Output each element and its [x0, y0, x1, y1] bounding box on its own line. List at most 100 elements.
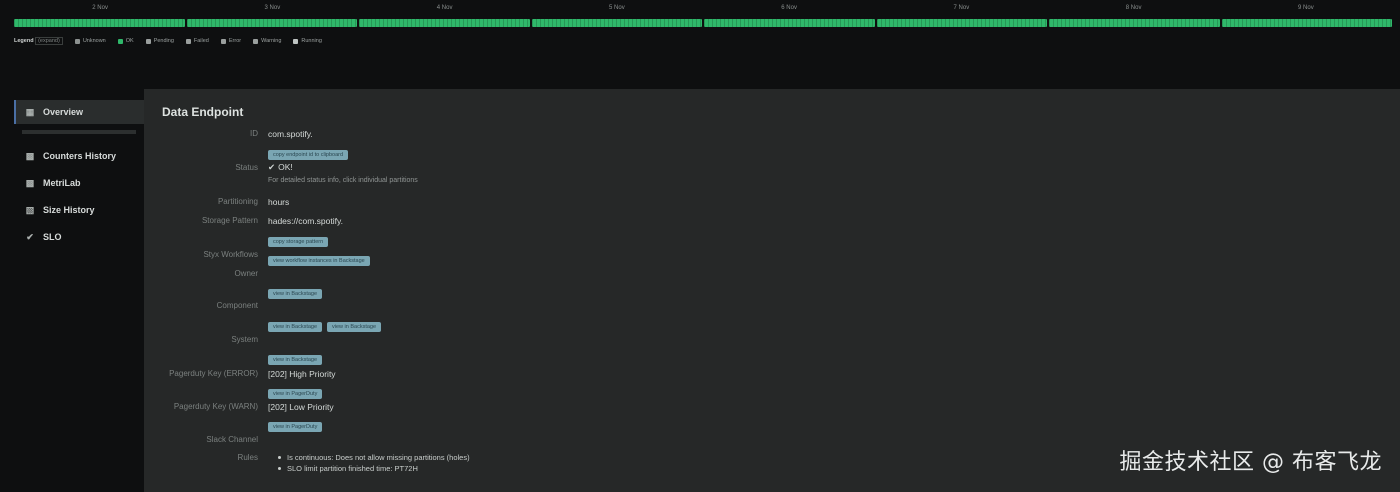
legend-item-label: Warning — [261, 38, 282, 44]
component-chip[interactable]: view in Backstage — [268, 322, 323, 332]
sidebar-divider — [22, 130, 136, 134]
partitioning-value: hours — [268, 197, 290, 207]
pagerduty-error-value: [202] High Priority — [268, 369, 336, 379]
rule-text: Is continuous: Does not allow missing pa… — [287, 453, 470, 462]
bar-chart-icon: ▩ — [25, 177, 35, 188]
copy-storage-chip[interactable]: copy storage pattern — [268, 237, 329, 247]
sidebar-item-counters-history[interactable]: ▩ Counters History — [14, 144, 144, 168]
day-label: 7 Nov — [953, 5, 970, 11]
component-chip[interactable]: view in Backstage — [327, 322, 382, 332]
partition-day-bar[interactable] — [1049, 19, 1220, 27]
legend-swatch — [74, 38, 80, 44]
partition-bars — [14, 19, 1392, 27]
day-label: 3 Nov — [264, 5, 281, 11]
detail-label: Component — [216, 301, 258, 310]
legend-item: Unknown — [74, 38, 106, 44]
check-icon: ✔ — [268, 162, 276, 172]
pagerduty-warn-chip[interactable]: view in PagerDuty — [268, 422, 323, 432]
pagerduty-error-chip[interactable]: view in PagerDuty — [268, 389, 323, 399]
day-label: 9 Nov — [1298, 5, 1314, 11]
chip-group: copy storage pattern — [268, 230, 333, 248]
partition-day-bar[interactable] — [531, 19, 702, 27]
legend-swatch — [220, 38, 226, 44]
day-label: 2 Nov — [92, 5, 108, 11]
status-value: OK! — [278, 162, 293, 172]
size-icon: ▧ — [25, 204, 35, 215]
detail-label: Rules — [237, 453, 258, 462]
legend-swatch — [253, 38, 259, 44]
chip-group: view in Backstage — [268, 282, 327, 300]
legend-title: Legend — [14, 38, 34, 44]
status-legend: Legend (expand) Unknown OK Pending Faile… — [14, 36, 322, 46]
legend-item-label: Failed — [193, 38, 209, 44]
timeline-day-labels: 2 Nov 3 Nov 4 Nov 5 Nov 6 Nov 7 Nov 8 No… — [14, 5, 1392, 15]
chip-group: view in Backstage view in Backstage — [268, 315, 386, 333]
system-chip[interactable]: view in Backstage — [268, 355, 323, 365]
detail-label: Pagerduty Key (WARN) — [173, 402, 258, 411]
legend-item-label: Error — [228, 38, 242, 44]
legend-item: Error — [220, 38, 242, 44]
grid-icon: ▦ — [25, 106, 35, 117]
bullet-icon — [278, 467, 281, 470]
partition-day-bar[interactable] — [359, 19, 530, 27]
chip-group: view workflow instances in Backstage — [268, 249, 375, 267]
partition-day-bar[interactable] — [704, 19, 875, 27]
legend-item-label: Unknown — [82, 38, 106, 44]
legend-swatch — [185, 38, 191, 44]
legend-swatch — [293, 38, 299, 44]
detail-label: System — [231, 335, 258, 344]
list-item: SLO limit partition finished time: PT72H — [278, 463, 470, 474]
pagerduty-warn-value: [202] Low Priority — [268, 402, 334, 412]
sidebar-item-overview[interactable]: ▦ Overview — [14, 100, 144, 124]
bar-chart-icon: ▩ — [25, 150, 35, 161]
sidebar-item-label: Size History — [43, 205, 95, 215]
legend-swatch — [145, 38, 151, 44]
legend-swatch — [117, 38, 123, 44]
watermark: 掘金技术社区 @ 布客飞龙 — [1119, 450, 1382, 475]
sidebar-item-label: Counters History — [43, 151, 117, 161]
copy-id-chip[interactable]: copy endpoint id to clipboard — [268, 150, 349, 160]
sidebar-nav: ▦ Overview ▩ Counters History ▩ MetriLab… — [14, 100, 144, 492]
day-label: 8 Nov — [1125, 5, 1142, 11]
status-value-group: ✔ OK! — [268, 162, 293, 173]
detail-label: ID — [250, 129, 258, 138]
sidebar-item-label: SLO — [43, 232, 62, 242]
rules-list: Is continuous: Does not allow missing pa… — [278, 452, 470, 474]
partition-day-bar[interactable] — [876, 19, 1047, 27]
detail-label: Partitioning — [217, 197, 258, 206]
storage-pattern-value: hades://com.spotify. — [268, 216, 343, 226]
detail-label: Storage Pattern — [201, 216, 258, 225]
legend-item-label: Pending — [153, 38, 174, 44]
styx-workflow-chip[interactable]: view workflow instances in Backstage — [268, 256, 370, 266]
chip-group: copy endpoint id to clipboard — [268, 143, 353, 161]
chip-group: view in PagerDuty — [268, 382, 327, 400]
legend-item: Running — [293, 38, 322, 44]
chip-group: view in Backstage — [268, 348, 327, 366]
bullet-icon — [278, 456, 281, 459]
partition-day-bar[interactable] — [186, 19, 357, 27]
legend-item: Warning — [253, 38, 281, 44]
partition-timeline: 2 Nov 3 Nov 4 Nov 5 Nov 6 Nov 7 Nov 8 No… — [14, 0, 1392, 34]
legend-item: Failed — [185, 38, 209, 44]
day-label: 6 Nov — [781, 5, 797, 11]
sidebar-item-size-history[interactable]: ▧ Size History — [14, 198, 144, 222]
rule-text: SLO limit partition finished time: PT72H — [287, 464, 418, 473]
detail-label: Owner — [234, 269, 258, 278]
legend-item: Pending — [145, 38, 174, 44]
day-label: 4 Nov — [436, 5, 453, 11]
partition-day-bar[interactable] — [14, 19, 185, 27]
detail-label: Pagerduty Key (ERROR) — [169, 369, 258, 378]
page-title: Data Endpoint — [162, 105, 244, 119]
legend-title-group: Legend (expand) — [14, 37, 63, 45]
sidebar-item-label: MetriLab — [43, 178, 81, 188]
endpoint-id-value: com.spotify. — [268, 129, 313, 139]
legend-item-label: OK — [125, 38, 134, 44]
chip-group: view in PagerDuty — [268, 415, 327, 433]
list-item: Is continuous: Does not allow missing pa… — [278, 452, 470, 463]
data-endpoint-panel: Data Endpoint ID com.spotify. copy endpo… — [144, 89, 1400, 492]
owner-chip[interactable]: view in Backstage — [268, 289, 323, 299]
legend-expand-toggle[interactable]: (expand) — [35, 37, 63, 45]
sidebar-item-slo[interactable]: ✔ SLO — [14, 225, 144, 249]
partition-day-bar[interactable] — [1221, 19, 1392, 27]
sidebar-item-metrilab[interactable]: ▩ MetriLab — [14, 171, 144, 195]
